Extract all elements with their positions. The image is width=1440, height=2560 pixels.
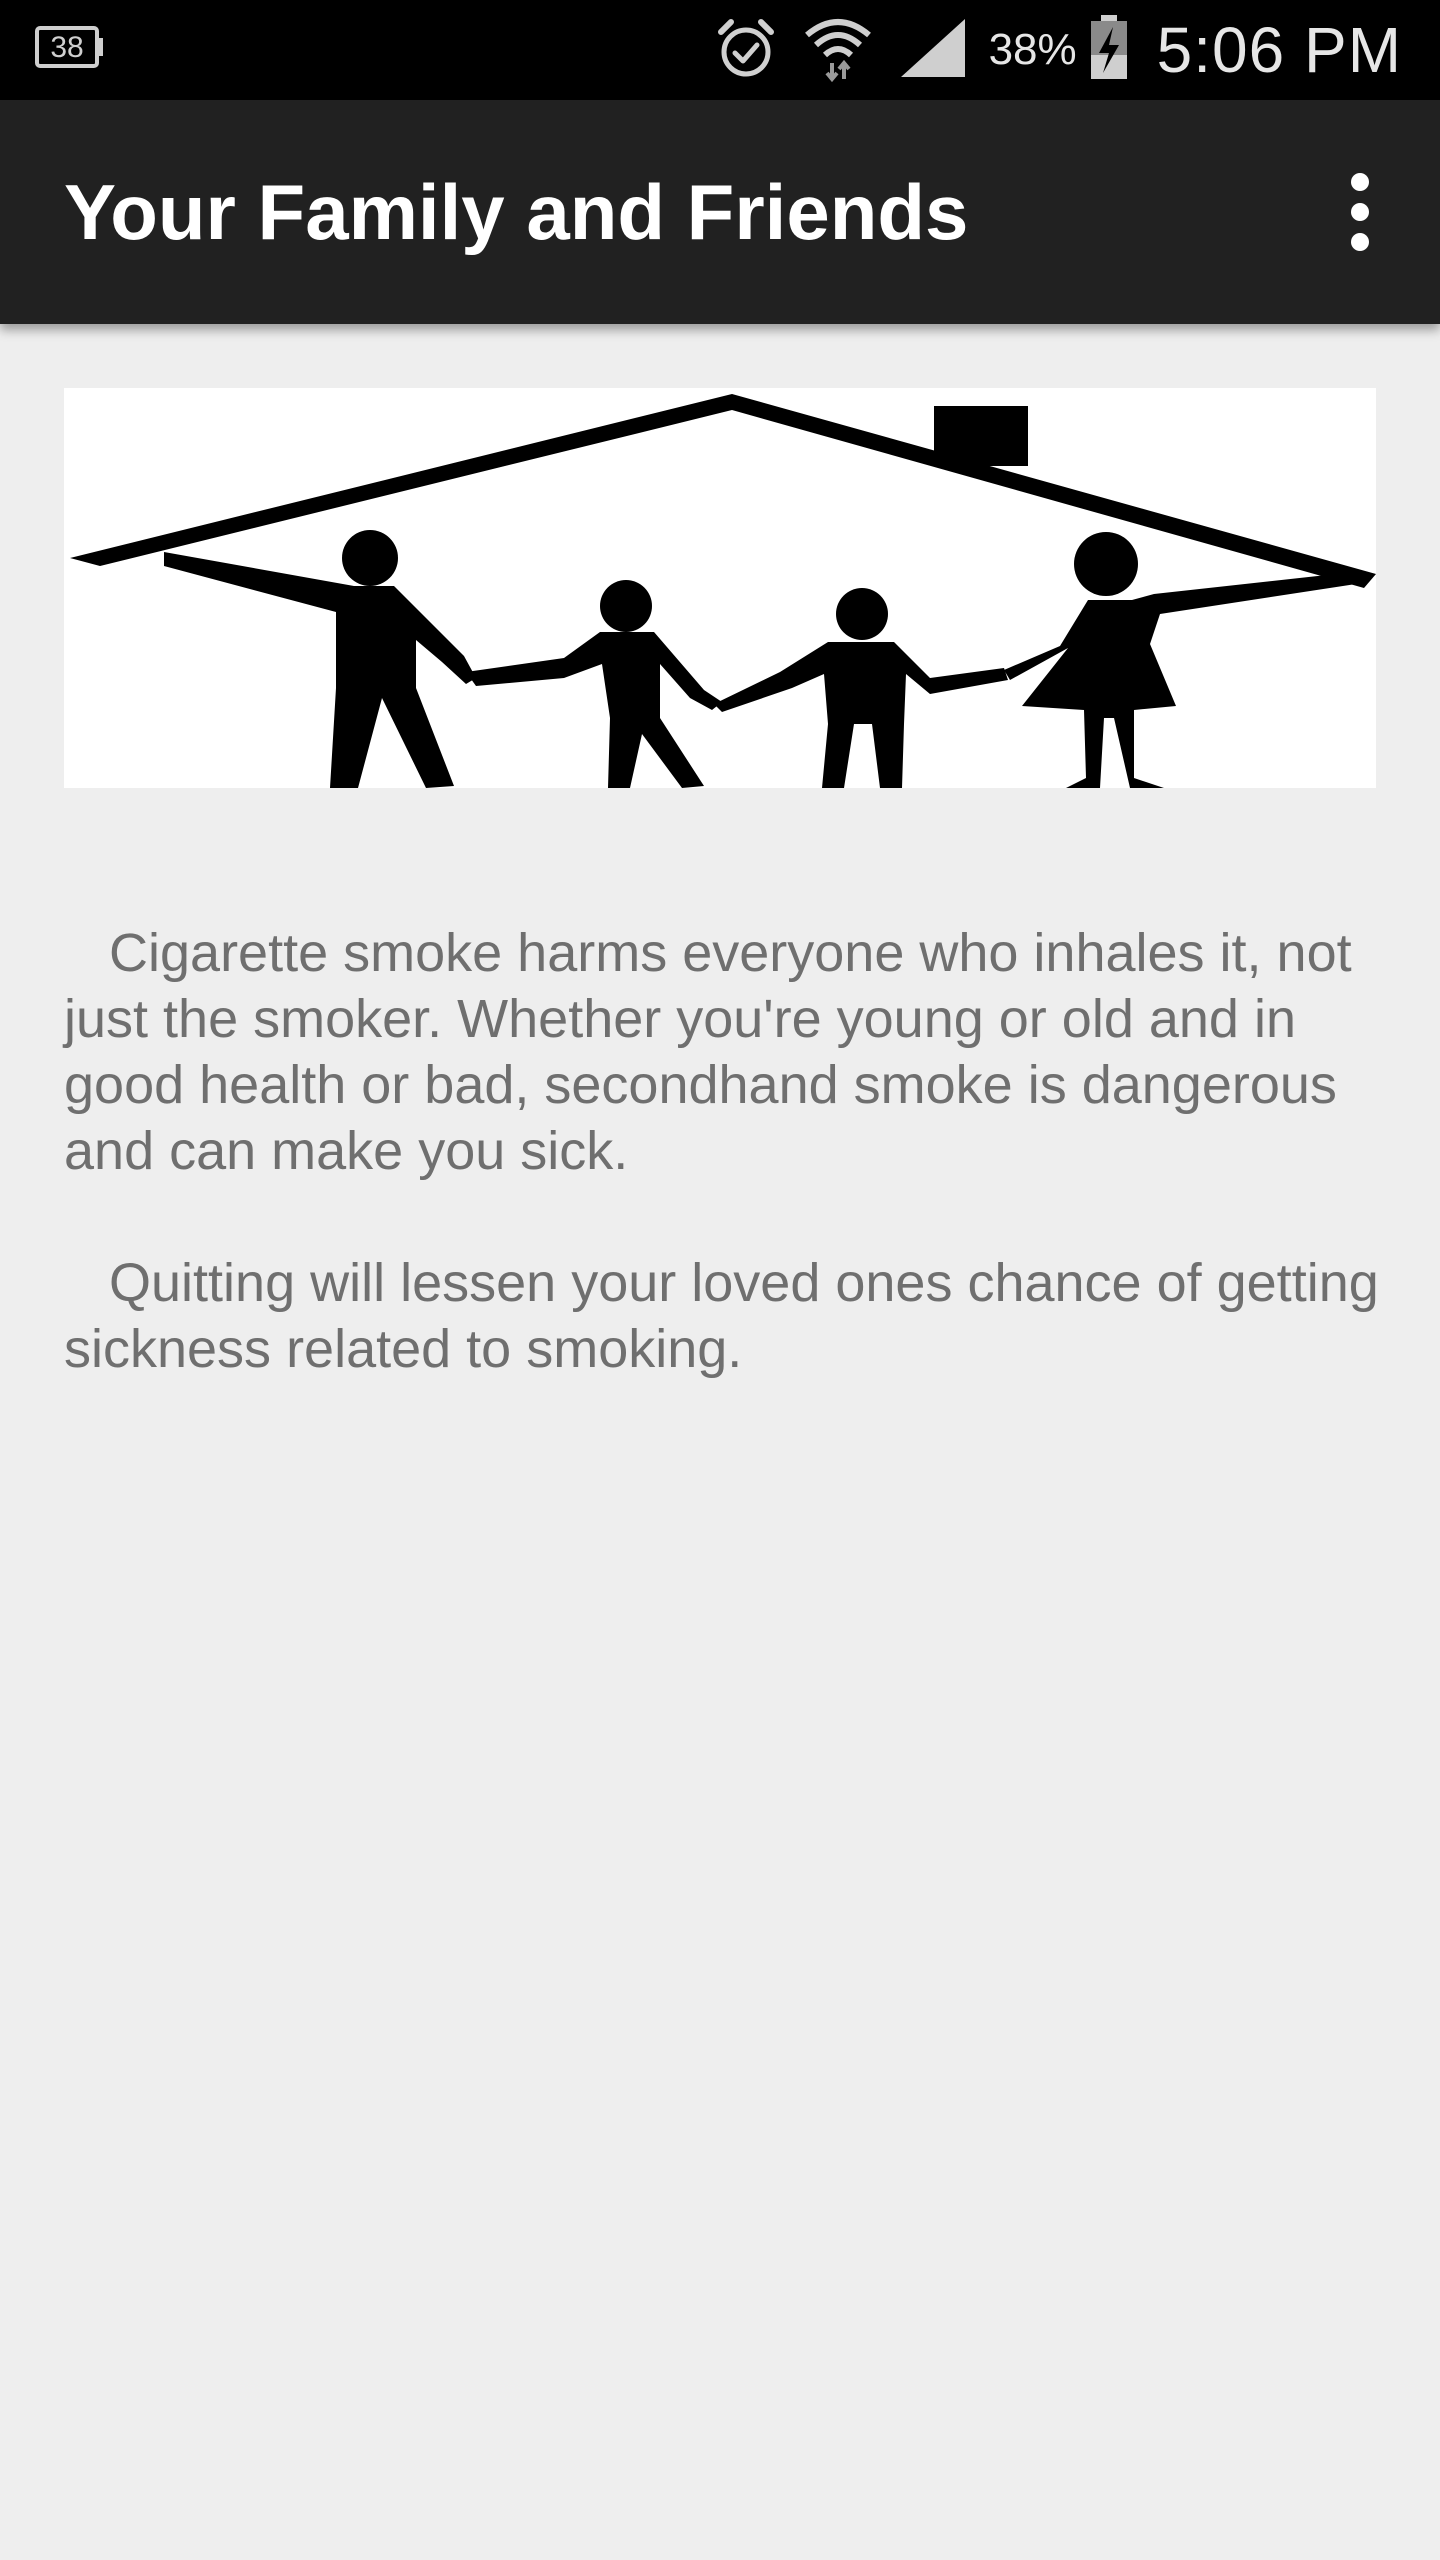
paragraph-quitting-benefit: Quitting will lessen your loved ones cha… <box>64 1253 1394 1379</box>
paragraph-secondhand-smoke: Cigarette smoke harms everyone who inhal… <box>64 923 1367 1181</box>
app-bar: Your Family and Friends <box>0 100 1440 324</box>
page-title: Your Family and Friends <box>64 168 969 256</box>
status-bar: 38 38% 5:06 PM <box>0 0 1440 100</box>
notification-badge-count: 38 <box>50 31 83 64</box>
alarm-icon <box>715 16 777 85</box>
battery-percent: 38% <box>988 25 1077 74</box>
more-vertical-icon <box>1351 167 1369 257</box>
status-icons: 38% 5:06 PM <box>689 0 1402 100</box>
signal-icon <box>899 17 967 84</box>
article-content: Cigarette smoke harms everyone who inhal… <box>64 920 1394 1382</box>
battery-charging-icon <box>1089 14 1129 86</box>
notification-badge-icon: 38 <box>34 22 106 72</box>
status-time: 5:06 PM <box>1156 14 1402 86</box>
family-house-illustration <box>64 388 1376 788</box>
wifi-icon <box>803 13 873 88</box>
overflow-menu-button[interactable] <box>1300 152 1420 272</box>
